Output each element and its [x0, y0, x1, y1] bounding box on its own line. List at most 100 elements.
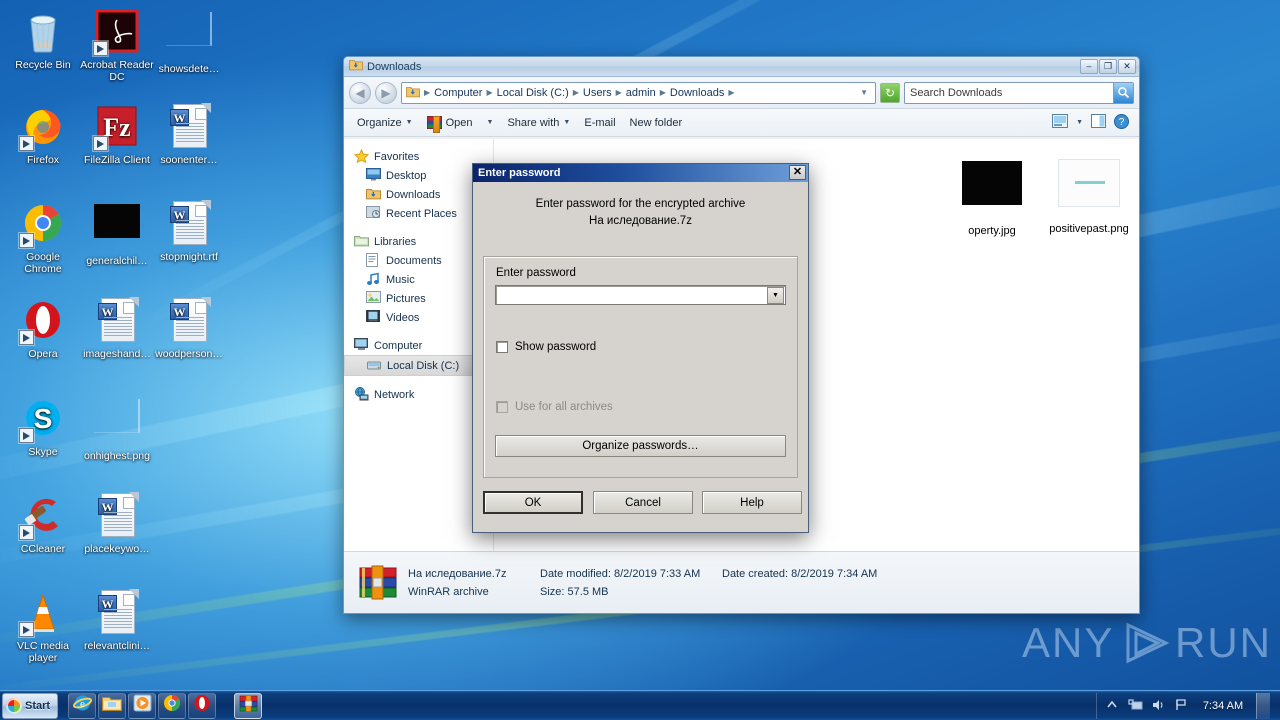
refresh-icon[interactable]: ↻: [880, 82, 900, 103]
sidebar-item-pictures[interactable]: Pictures: [344, 289, 493, 308]
change-view-icon[interactable]: [1052, 114, 1069, 131]
close-icon[interactable]: ✕: [789, 165, 806, 180]
chevron-down-icon[interactable]: ▼: [1076, 119, 1083, 126]
explorer-window[interactable]: Downloads – ❐ ✕ ◀ ▶ ▶ Computer ▶ Local D…: [343, 56, 1140, 614]
details-size: Size: 57.5 MB: [540, 586, 722, 598]
use-for-all-archives-checkbox-row: Use for all archives: [496, 401, 613, 413]
desktop-icon-imageshand[interactable]: W imageshand…: [80, 297, 154, 360]
sidebar-item-documents[interactable]: Documents: [344, 251, 493, 270]
taskbar-windows-media-player-icon[interactable]: [128, 692, 156, 719]
list-item[interactable]: positivepast.png: [1039, 153, 1139, 236]
winrar-taskbar-button[interactable]: [234, 692, 262, 719]
breadcrumb-admin[interactable]: admin: [623, 86, 659, 100]
forward-arrow-icon[interactable]: ▶: [375, 81, 397, 104]
chevron-up-icon[interactable]: [1105, 698, 1121, 714]
address-bar[interactable]: ▶ Computer ▶ Local Disk (C:) ▶ Users ▶ a…: [401, 81, 876, 104]
enter-password-dialog[interactable]: Enter password ✕ Enter password for the …: [472, 163, 809, 533]
details-text-rows: На иследование.7z Date modified: 8/2/201…: [408, 568, 877, 598]
desktop-icon-recycle-bin[interactable]: Recycle Bin: [6, 8, 80, 71]
documents-icon: [366, 253, 381, 268]
close-button[interactable]: ✕: [1118, 59, 1136, 74]
nav-header-computer[interactable]: Computer: [344, 336, 493, 355]
organize-passwords-button[interactable]: Organize passwords…: [495, 435, 786, 457]
nav-header-libraries[interactable]: Libraries: [344, 232, 493, 251]
pictures-icon: [366, 291, 381, 306]
dialog-titlebar[interactable]: Enter password ✕: [473, 164, 808, 182]
chevron-down-icon[interactable]: ▼: [767, 286, 784, 304]
chevron-down-icon[interactable]: ▼: [855, 88, 873, 97]
taskbar-clock[interactable]: 7:34 AM: [1197, 700, 1249, 712]
desktop-icon-firefox[interactable]: Firefox: [6, 103, 80, 166]
new-folder-button[interactable]: New folder: [623, 114, 690, 132]
password-input[interactable]: [496, 287, 767, 303]
desktop-icon-showsdete[interactable]: showsdete…: [152, 8, 226, 75]
desktop-icon-stopmight-rtf[interactable]: W stopmight.rtf: [152, 200, 226, 263]
maximize-button[interactable]: ❐: [1099, 59, 1117, 74]
explorer-titlebar[interactable]: Downloads – ❐ ✕: [344, 57, 1139, 77]
ok-button[interactable]: OK: [483, 491, 583, 514]
network-icon[interactable]: [1128, 698, 1144, 714]
show-password-checkbox-row[interactable]: Show password: [496, 341, 596, 353]
details-date-modified: Date modified: 8/2/2019 7:33 AM: [540, 568, 722, 580]
search-input[interactable]: Search Downloads: [904, 81, 1134, 104]
minimize-button[interactable]: –: [1080, 59, 1098, 74]
desktop-icon-woodperson[interactable]: W woodperson…: [152, 297, 226, 360]
email-button[interactable]: E-mail: [577, 114, 622, 132]
sidebar-item-local-disk-c[interactable]: Local Disk (C:): [344, 355, 493, 376]
show-password-checkbox[interactable]: [496, 341, 508, 353]
password-input-wrapper[interactable]: ▼: [495, 285, 786, 305]
sidebar-item-desktop[interactable]: Desktop: [344, 166, 493, 185]
desktop-icon-acrobat-reader-dc[interactable]: Acrobat Reader DC: [80, 8, 154, 83]
taskbar-internet-explorer-icon[interactable]: e: [68, 692, 96, 719]
help-icon[interactable]: ?: [1114, 113, 1129, 132]
breadcrumb-computer[interactable]: Computer: [431, 86, 485, 100]
desktop-icon-ccleaner[interactable]: CCleaner: [6, 492, 80, 555]
flag-icon[interactable]: [1174, 698, 1190, 714]
desktop-icon-placekeywo[interactable]: W placekeywo…: [80, 492, 154, 555]
start-button[interactable]: Start: [2, 692, 58, 719]
password-group-box: Enter password ▼ Show password Use for a…: [483, 256, 798, 478]
sidebar-item-label: Music: [386, 273, 415, 286]
sidebar-item-music[interactable]: Music: [344, 270, 493, 289]
open-button[interactable]: Open: [420, 113, 480, 133]
desktop-icon-relevantclini[interactable]: W relevantclini…: [80, 589, 154, 652]
preview-pane-icon[interactable]: [1091, 114, 1106, 131]
sidebar-item-downloads[interactable]: Downloads: [344, 185, 493, 204]
cancel-button[interactable]: Cancel: [593, 491, 693, 514]
share-with-button[interactable]: Share with ▼: [500, 114, 577, 132]
desktop-icon-opera[interactable]: Opera: [6, 297, 80, 360]
desktop[interactable]: ANY RUN Recycle Bin Acrobat Reader DC sho…: [0, 0, 1280, 720]
taskbar-google-chrome-icon[interactable]: [158, 692, 186, 719]
desktop-icon-google-chrome[interactable]: Google Chrome: [6, 200, 80, 275]
search-icon[interactable]: [1113, 82, 1133, 103]
desktop-icon-label: CCleaner: [20, 543, 66, 555]
nav-header-label: Favorites: [374, 150, 420, 163]
desktop-icon-skype[interactable]: S Skype: [6, 395, 80, 458]
desktop-icon-label: Skype: [28, 446, 58, 458]
computer-icon: [354, 338, 369, 353]
nav-header-favorites[interactable]: Favorites: [344, 147, 493, 166]
sidebar-item-videos[interactable]: Videos: [344, 308, 493, 327]
taskbar-opera-icon[interactable]: [188, 692, 216, 719]
desktop-icon-onhighest-png[interactable]: onhighest.png: [80, 395, 154, 462]
show-desktop-button[interactable]: [1256, 693, 1270, 719]
desktop-icon-vlc-media-player[interactable]: VLC media player: [6, 589, 80, 664]
breadcrumb-sep: ▶: [728, 88, 735, 97]
folder-downloads-icon: [406, 85, 420, 101]
organize-button[interactable]: Organize ▼: [350, 114, 420, 132]
help-button[interactable]: Help: [702, 491, 802, 514]
sidebar-item-recent-places[interactable]: Recent Places: [344, 204, 493, 223]
internet-explorer-icon: e: [72, 694, 92, 717]
taskbar-windows-explorer-icon[interactable]: [98, 692, 126, 719]
list-item[interactable]: operty.jpg: [942, 153, 1042, 238]
desktop-icon-generalchil[interactable]: generalchil…: [80, 200, 154, 267]
back-arrow-icon[interactable]: ◀: [349, 81, 371, 104]
nav-header-network[interactable]: Network: [344, 385, 493, 404]
breadcrumb-downloads[interactable]: Downloads: [667, 86, 727, 100]
desktop-icon-soonenter[interactable]: W soonenter…: [152, 103, 226, 166]
breadcrumb-local-disk[interactable]: Local Disk (C:): [494, 86, 572, 100]
breadcrumb-users[interactable]: Users: [580, 86, 615, 100]
speaker-icon[interactable]: [1151, 698, 1167, 714]
open-dropdown[interactable]: ▼: [480, 116, 501, 129]
desktop-icon-filezilla-client[interactable]: Fz FileZilla Client: [80, 103, 154, 166]
